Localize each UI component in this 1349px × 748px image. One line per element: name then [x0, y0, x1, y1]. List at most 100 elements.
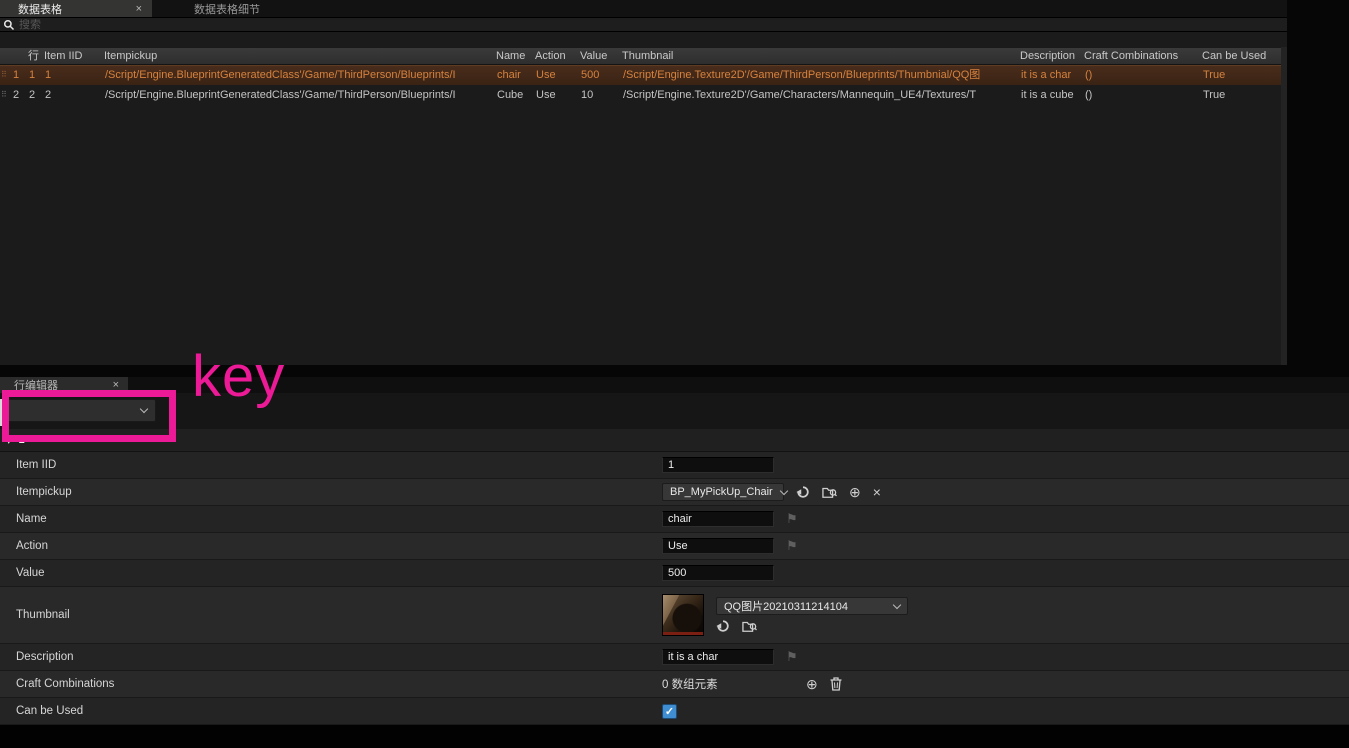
cell-thumbnail: /Script/Engine.Texture2D'/Game/Character… — [623, 89, 977, 101]
property-row-can-be-used: Can be Used ✓ — [0, 698, 1349, 725]
item-iid-input[interactable] — [662, 457, 774, 473]
cell-item-iid: 2 — [45, 89, 52, 101]
tab-data-table[interactable]: 数据表格 × — [0, 0, 152, 17]
itempickup-asset-dropdown[interactable]: BP_MyPickUp_Chair — [662, 483, 788, 501]
use-selected-asset-icon[interactable] — [796, 485, 810, 499]
property-row-action: Action ⚑ — [0, 533, 1349, 560]
header-spacer — [0, 48, 10, 64]
table-row-1[interactable]: ⠿ 1 1 1 /Script/Engine.BlueprintGenerate… — [0, 65, 1281, 85]
property-label: Craft Combinations — [16, 678, 115, 690]
table-row-2[interactable]: ⠿ 2 2 2 /Script/Engine.BlueprintGenerate… — [0, 85, 1281, 105]
column-header-action[interactable]: Action — [533, 48, 578, 64]
search-icon — [3, 19, 15, 30]
name-input[interactable] — [662, 511, 774, 527]
property-label: Name — [16, 513, 47, 525]
property-row-itempickup: Itempickup BP_MyPickUp_Chair ⊕ × — [0, 479, 1349, 506]
thumbnail-asset-dropdown[interactable]: QQ图片20210311214104 — [716, 597, 908, 615]
property-list: Item IID Itempickup BP_MyPickUp_Chair ⊕ … — [0, 452, 1349, 725]
use-selected-asset-icon[interactable] — [716, 619, 730, 633]
column-header-craft-combinations[interactable]: Craft Combinations — [1082, 48, 1200, 64]
column-header-can-be-used[interactable]: Can be Used — [1200, 48, 1281, 64]
tab-data-table-details[interactable]: 数据表格细节 — [176, 0, 270, 17]
table-header-row: 行 Item IID Itempickup Name Action Value … — [0, 47, 1281, 65]
column-header-itempickup[interactable]: Itempickup — [102, 48, 494, 64]
chevron-down-icon — [779, 486, 788, 495]
cell-craft-combinations: () — [1085, 69, 1093, 81]
column-header-name[interactable]: Name — [494, 48, 533, 64]
thumbnail-preview-image[interactable] — [662, 594, 704, 636]
description-input[interactable] — [662, 649, 774, 665]
bottom-margin — [0, 725, 1349, 748]
cell-index: 1 — [13, 69, 20, 81]
cell-row-name: 2 — [29, 89, 36, 101]
array-elements-count: 0 数组元素 — [662, 679, 718, 691]
property-label: Thumbnail — [16, 609, 70, 621]
property-row-value: Value — [0, 560, 1349, 587]
add-array-element-icon[interactable]: ⊕ — [806, 677, 818, 691]
cell-thumbnail: /Script/Engine.Texture2D'/Game/ThirdPers… — [623, 69, 981, 81]
cell-name: Cube — [497, 89, 524, 101]
tab-close-icon[interactable]: × — [136, 3, 142, 15]
document-tabbar: 数据表格 × 数据表格细节 — [0, 0, 1287, 17]
itempickup-asset-value: BP_MyPickUp_Chair — [670, 486, 773, 498]
property-label: Description — [16, 651, 74, 663]
cell-can-be-used: True — [1203, 69, 1226, 81]
browse-asset-icon[interactable] — [822, 485, 837, 499]
checkmark-icon: ✓ — [664, 705, 675, 718]
table-scrollbar[interactable] — [1281, 47, 1287, 365]
tab-data-table-label: 数据表格 — [18, 3, 62, 16]
cell-description: it is a cube — [1021, 89, 1074, 101]
cell-action: Use — [536, 89, 556, 101]
tab-data-table-details-label: 数据表格细节 — [194, 3, 260, 16]
property-row-item-iid: Item IID — [0, 452, 1349, 479]
column-header-row[interactable]: 行 — [26, 48, 42, 64]
data-table-editor-window: 数据表格 × 数据表格细节 行 Item IID Itempickup Name… — [0, 0, 1349, 748]
row-editor-panel: 行编辑器 × ▾ 1 Item IID Itempickup — [0, 377, 1349, 725]
annotation-text: key — [192, 344, 286, 409]
drag-handle-icon[interactable]: ⠿ — [0, 85, 10, 105]
column-header-value[interactable]: Value — [578, 48, 620, 64]
header-spacer — [10, 48, 26, 64]
column-header-thumbnail[interactable]: Thumbnail — [620, 48, 1018, 64]
cell-itempickup: /Script/Engine.BlueprintGeneratedClass'/… — [105, 89, 456, 101]
cell-itempickup: /Script/Engine.BlueprintGeneratedClass'/… — [105, 69, 456, 81]
can-be-used-checkbox[interactable]: ✓ — [662, 703, 677, 719]
search-bar — [0, 17, 1287, 32]
action-input[interactable] — [662, 538, 774, 554]
property-row-thumbnail: Thumbnail QQ图片20210311214104 — [0, 587, 1349, 644]
cell-index: 2 — [13, 89, 20, 101]
property-label: Can be Used — [16, 705, 84, 717]
cell-row-name: 1 — [29, 69, 36, 81]
property-label: Value — [16, 567, 45, 579]
property-row-description: Description ⚑ — [0, 644, 1349, 671]
value-input[interactable] — [662, 565, 774, 581]
column-header-description[interactable]: Description — [1018, 48, 1082, 64]
property-row-craft-combinations: Craft Combinations 0 数组元素 ⊕ — [0, 671, 1349, 698]
drag-handle-icon[interactable]: ⠿ — [0, 65, 10, 85]
thumbnail-asset-value: QQ图片20210311214104 — [724, 601, 848, 613]
cell-action: Use — [536, 69, 556, 81]
annotation-highlight-box — [2, 390, 176, 442]
property-row-name: Name ⚑ — [0, 506, 1349, 533]
add-element-icon[interactable]: ⊕ — [849, 485, 861, 499]
cell-item-iid: 1 — [45, 69, 52, 81]
localization-flag-icon[interactable]: ⚑ — [786, 649, 798, 665]
property-label: Item IID — [16, 459, 57, 471]
cell-craft-combinations: () — [1085, 89, 1093, 101]
column-header-item-iid[interactable]: Item IID — [42, 48, 102, 64]
localization-flag-icon[interactable]: ⚑ — [786, 538, 798, 554]
browse-asset-icon[interactable] — [742, 619, 757, 633]
search-input[interactable] — [19, 18, 1284, 31]
row-expander-header[interactable]: ▾ 1 — [0, 429, 1349, 452]
clear-asset-icon[interactable]: × — [873, 485, 881, 499]
clear-array-trash-icon[interactable] — [830, 677, 842, 691]
chevron-down-icon — [892, 600, 902, 609]
cell-name: chair — [497, 69, 521, 81]
cell-can-be-used: True — [1203, 89, 1226, 101]
property-label: Action — [16, 540, 48, 552]
localization-flag-icon[interactable]: ⚑ — [786, 511, 798, 527]
cell-description: it is a char — [1021, 69, 1072, 81]
cell-value: 500 — [581, 69, 600, 81]
data-table-pane: 行 Item IID Itempickup Name Action Value … — [0, 32, 1287, 365]
property-label: Itempickup — [16, 486, 72, 498]
